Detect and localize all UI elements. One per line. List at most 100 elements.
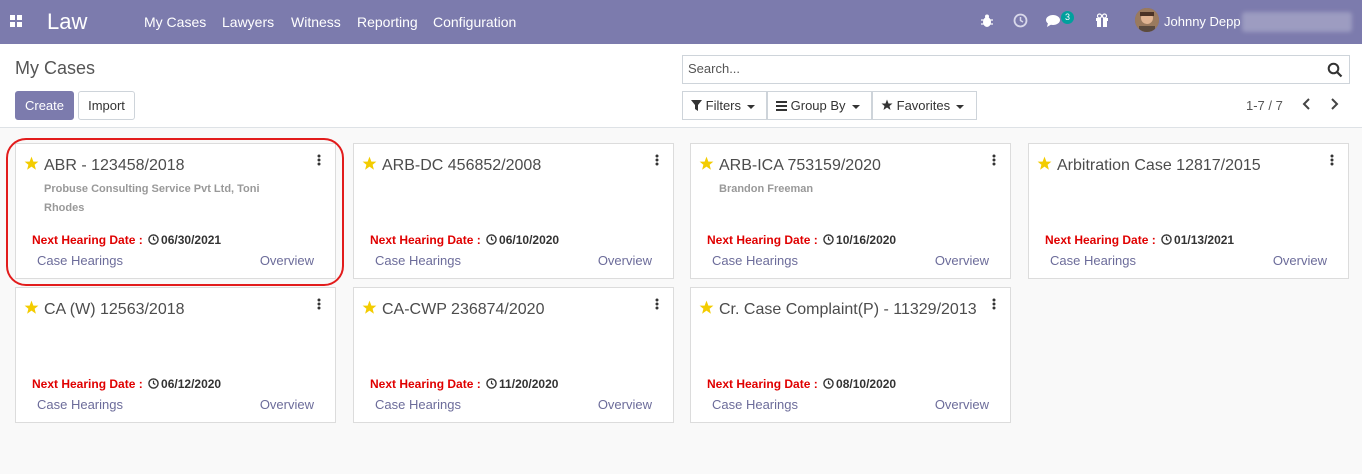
case-title: ARB-DC 456852/2008	[382, 157, 542, 174]
kebab-menu-icon[interactable]	[655, 154, 659, 166]
chevron-down-icon	[851, 104, 860, 109]
case-card[interactable]: Arbitration Case 12817/2015 Next Hearing…	[1028, 143, 1349, 279]
star-icon[interactable]	[24, 300, 39, 315]
clock-icon	[486, 234, 497, 245]
star-icon[interactable]	[1037, 156, 1052, 171]
star-icon[interactable]	[24, 156, 39, 171]
kebab-menu-icon[interactable]	[992, 298, 996, 310]
case-hearings-link[interactable]: Case Hearings	[1050, 253, 1136, 268]
next-hearing: Next Hearing Date : 06/30/2021	[32, 233, 221, 247]
case-hearings-link[interactable]: Case Hearings	[37, 397, 123, 412]
overview-link[interactable]: Overview	[598, 397, 652, 412]
next-hearing-label: Next Hearing Date :	[32, 377, 143, 391]
case-card[interactable]: ARB-DC 456852/2008 Next Hearing Date : 0…	[353, 143, 674, 279]
group-by-dropdown[interactable]: Group By	[767, 91, 872, 120]
case-parties: Brandon Freeman	[719, 183, 814, 195]
next-hearing-date: 01/13/2021	[1174, 233, 1235, 247]
bug-icon[interactable]	[980, 13, 994, 29]
case-card[interactable]: CA-CWP 236874/2020 Next Hearing Date : 1…	[353, 287, 674, 423]
kebab-menu-icon[interactable]	[655, 298, 659, 310]
user-avatar[interactable]	[1135, 8, 1159, 32]
control-panel: My Cases Create Import Filters Group By …	[0, 44, 1362, 128]
clock-icon	[823, 378, 834, 389]
case-card[interactable]: ABR - 123458/2018 Probuse Consulting Ser…	[15, 143, 336, 279]
page-title: My Cases	[15, 58, 96, 78]
search-input[interactable]	[688, 61, 1308, 76]
star-icon[interactable]	[699, 156, 714, 171]
case-hearings-link[interactable]: Case Hearings	[375, 253, 461, 268]
menu-witness[interactable]: Witness	[291, 14, 341, 30]
kebab-menu-icon[interactable]	[317, 154, 321, 166]
top-navbar: Law My Cases Lawyers Witness Reporting C…	[0, 0, 1362, 44]
pager-value[interactable]: 1-7 / 7	[1246, 98, 1283, 113]
next-hearing: Next Hearing Date : 10/16/2020	[707, 233, 896, 247]
chevron-right-icon[interactable]	[1326, 96, 1342, 112]
next-hearing-label: Next Hearing Date :	[707, 377, 818, 391]
menu-configuration[interactable]: Configuration	[433, 14, 516, 30]
clock-icon	[1161, 234, 1172, 245]
case-card[interactable]: ARB-ICA 753159/2020 Brandon Freeman Next…	[690, 143, 1011, 279]
overview-link[interactable]: Overview	[260, 397, 314, 412]
star-icon[interactable]	[362, 300, 377, 315]
next-hearing-date: 06/12/2020	[161, 377, 222, 391]
case-title: CA-CWP 236874/2020	[382, 301, 545, 318]
clock-icon	[823, 234, 834, 245]
apps-grid-icon[interactable]	[10, 15, 22, 27]
kebab-menu-icon[interactable]	[1330, 154, 1334, 166]
kebab-menu-icon[interactable]	[992, 154, 996, 166]
next-hearing-date: 06/10/2020	[499, 233, 560, 247]
filter-icon	[691, 100, 702, 111]
clock-icon[interactable]	[1013, 13, 1028, 28]
overview-link[interactable]: Overview	[260, 253, 314, 268]
overview-link[interactable]: Overview	[935, 253, 989, 268]
case-hearings-link[interactable]: Case Hearings	[712, 397, 798, 412]
menu-reporting[interactable]: Reporting	[357, 14, 418, 30]
filters-label: Filters	[705, 98, 742, 113]
user-name[interactable]: Johnny Depp	[1164, 14, 1241, 29]
star-icon[interactable]	[362, 156, 377, 171]
case-card[interactable]: Cr. Case Complaint(P) - 11329/2013 Next …	[690, 287, 1011, 423]
next-hearing-label: Next Hearing Date :	[370, 233, 481, 247]
app-brand[interactable]: Law	[47, 9, 87, 35]
case-card[interactable]: CA (W) 12563/2018 Next Hearing Date : 06…	[15, 287, 336, 423]
case-hearings-link[interactable]: Case Hearings	[375, 397, 461, 412]
case-hearings-link[interactable]: Case Hearings	[37, 253, 123, 268]
chevron-left-icon[interactable]	[1299, 96, 1315, 112]
clock-icon	[148, 378, 159, 389]
overview-link[interactable]: Overview	[1273, 253, 1327, 268]
blurred-company-name	[1242, 12, 1352, 32]
next-hearing-label: Next Hearing Date :	[1045, 233, 1156, 247]
next-hearing-date: 08/10/2020	[836, 377, 897, 391]
favorites-dropdown[interactable]: Favorites	[872, 91, 977, 120]
overview-link[interactable]: Overview	[598, 253, 652, 268]
clock-icon	[486, 378, 497, 389]
next-hearing: Next Hearing Date : 01/13/2021	[1045, 233, 1234, 247]
next-hearing-date: 11/20/2020	[499, 377, 559, 391]
case-title: Arbitration Case 12817/2015	[1057, 157, 1261, 174]
menu-lawyers[interactable]: Lawyers	[222, 14, 274, 30]
search-box	[682, 55, 1350, 84]
next-hearing: Next Hearing Date : 11/20/2020	[370, 377, 558, 391]
import-button[interactable]: Import	[78, 91, 135, 120]
overview-link[interactable]: Overview	[935, 397, 989, 412]
favorites-label: Favorites	[896, 98, 951, 113]
next-hearing-date: 10/16/2020	[836, 233, 897, 247]
case-hearings-link[interactable]: Case Hearings	[712, 253, 798, 268]
next-hearing-date: 06/30/2021	[161, 233, 222, 247]
star-icon	[881, 99, 893, 110]
next-hearing: Next Hearing Date : 06/10/2020	[370, 233, 559, 247]
menu-my-cases[interactable]: My Cases	[144, 14, 206, 30]
search-icon[interactable]	[1327, 62, 1343, 78]
next-hearing-label: Next Hearing Date :	[32, 233, 143, 247]
star-icon[interactable]	[699, 300, 714, 315]
list-icon	[776, 101, 787, 111]
next-hearing-label: Next Hearing Date :	[707, 233, 818, 247]
gift-icon[interactable]	[1095, 13, 1109, 28]
filters-dropdown[interactable]: Filters	[682, 91, 767, 120]
create-button[interactable]: Create	[15, 91, 74, 120]
messages-count-badge: 3	[1061, 11, 1075, 24]
next-hearing: Next Hearing Date : 06/12/2020	[32, 377, 221, 391]
case-title: ARB-ICA 753159/2020	[719, 157, 881, 174]
case-title: CA (W) 12563/2018	[44, 301, 185, 318]
kebab-menu-icon[interactable]	[317, 298, 321, 310]
